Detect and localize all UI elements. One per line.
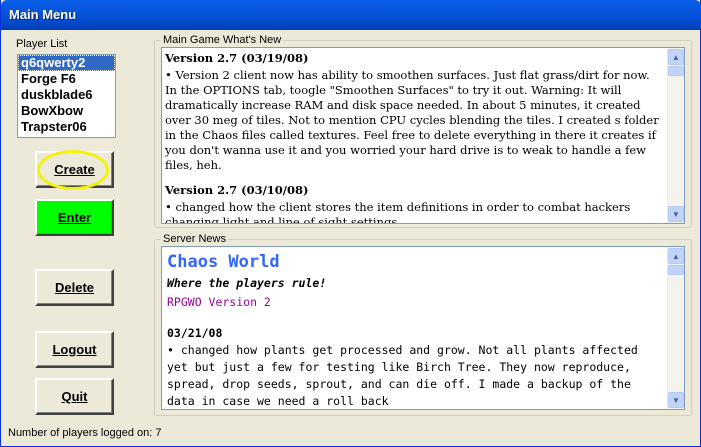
scroll-up-icon[interactable]: ▲	[668, 248, 684, 264]
news-body: • changed how plants get processed and g…	[167, 343, 638, 408]
whats-new-label: Main Game What's New	[161, 34, 284, 46]
player-list-item[interactable]: Forge F6	[18, 71, 115, 87]
whats-new-textbox[interactable]: Version 2.7 (03/19/08) • Version 2 clien…	[161, 47, 685, 224]
create-button[interactable]: Create	[35, 151, 114, 188]
whats-new-content: Version 2.7 (03/19/08) • Version 2 clien…	[162, 48, 684, 224]
logout-button-label: Logout	[52, 342, 97, 357]
version-notes: • changed how the client stores the item…	[165, 200, 631, 224]
enter-button-label: Enter	[57, 210, 92, 225]
version-heading: Version 2.7 (03/19/08)	[165, 51, 309, 65]
whats-new-group: Main Game What's New Version 2.7 (03/19/…	[154, 34, 692, 228]
version-heading: Version 2.7 (03/10/08)	[165, 183, 309, 197]
scroll-up-icon[interactable]: ▲	[668, 49, 684, 65]
server-tagline: Where the players rule!	[167, 276, 327, 290]
server-news-label: Server News	[161, 233, 228, 245]
scroll-thumb[interactable]	[668, 66, 684, 76]
players-online-status: Number of players logged on: 7	[8, 427, 162, 439]
whats-new-scrollbar[interactable]: ▲ ▼	[667, 48, 684, 223]
player-list-item[interactable]: q6qwerty2	[18, 55, 115, 71]
player-list-item[interactable]: Trapster06	[18, 119, 115, 135]
logout-button[interactable]: Logout	[35, 331, 114, 368]
player-list-label: Player List	[16, 38, 68, 50]
server-news-textbox[interactable]: Chaos World Where the players rule! RPGW…	[161, 246, 685, 410]
server-news-scrollbar[interactable]: ▲ ▼	[667, 247, 684, 409]
delete-button[interactable]: Delete	[35, 269, 114, 306]
player-list-item[interactable]: duskblade6	[18, 87, 115, 103]
quit-button[interactable]: Quit	[35, 378, 114, 415]
title-bar[interactable]: Main Menu	[1, 0, 701, 30]
window-client: Player List q6qwerty2 Forge F6 duskblade…	[5, 30, 697, 443]
scroll-thumb[interactable]	[668, 265, 684, 275]
version-notes: • Version 2 client now has ability to sm…	[165, 68, 659, 172]
quit-button-label: Quit	[61, 389, 88, 404]
scroll-down-icon[interactable]: ▼	[668, 392, 684, 408]
news-date: 03/21/08	[167, 326, 223, 340]
enter-button[interactable]: Enter	[35, 199, 114, 236]
main-menu-window: Main Menu Player List q6qwerty2 Forge F6…	[0, 0, 701, 447]
window-title: Main Menu	[9, 7, 77, 22]
player-list[interactable]: q6qwerty2 Forge F6 duskblade6 BowXbow Tr…	[17, 54, 116, 138]
delete-button-label: Delete	[54, 280, 95, 295]
server-news-group: Server News Chaos World Where the player…	[154, 233, 692, 416]
create-button-label: Create	[54, 162, 95, 177]
server-name: Chaos World	[167, 252, 280, 272]
player-list-item[interactable]: BowXbow	[18, 103, 115, 119]
scroll-down-icon[interactable]: ▼	[668, 206, 684, 222]
server-version: RPGWO Version 2	[167, 295, 271, 309]
server-news-content: Chaos World Where the players rule! RPGW…	[162, 247, 684, 409]
